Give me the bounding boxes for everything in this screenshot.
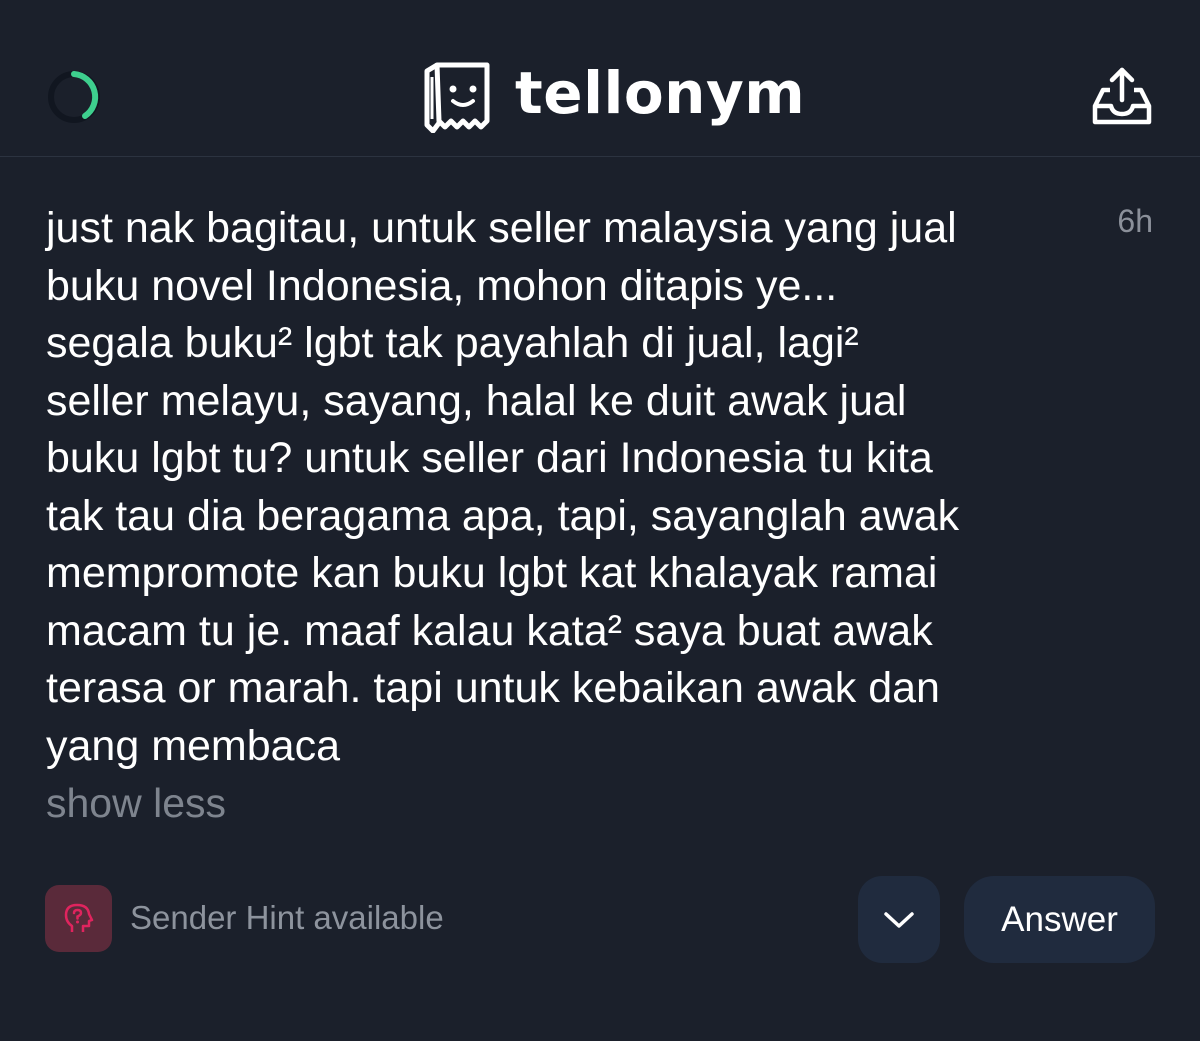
loading-spinner-icon xyxy=(48,71,100,123)
tell-message-text: just nak bagitau, untuk seller malaysia … xyxy=(46,204,960,770)
more-options-button[interactable] xyxy=(858,876,940,963)
sender-hint-label: Sender Hint available xyxy=(130,899,444,936)
sender-hint-badge[interactable] xyxy=(45,885,112,952)
tellonym-app: tellonym just nak bagitau, untuk seller … xyxy=(0,0,1200,1041)
tell-timestamp: 6h xyxy=(1117,203,1153,239)
tellonym-logo-icon xyxy=(424,62,490,133)
answer-button[interactable]: Answer xyxy=(964,876,1155,963)
question-head-icon xyxy=(64,903,93,932)
show-less-link[interactable]: show less xyxy=(46,780,226,827)
share-inbox-icon[interactable] xyxy=(1091,66,1153,128)
tellonym-logo: tellonym xyxy=(423,58,805,134)
brand-name: tellonym xyxy=(515,59,806,127)
top-bar: tellonym xyxy=(0,0,1200,157)
chevron-down-icon xyxy=(884,911,914,928)
